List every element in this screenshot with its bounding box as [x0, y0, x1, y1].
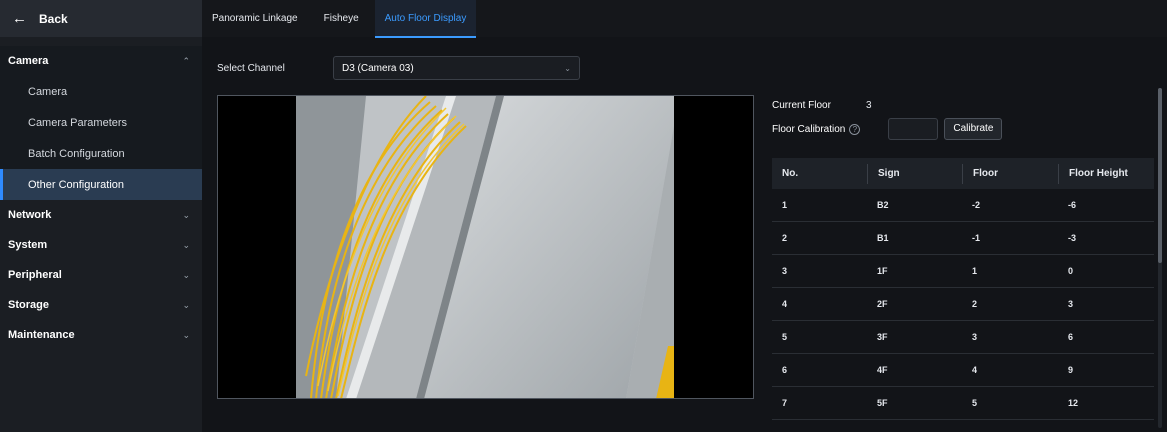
camera-frame — [296, 96, 674, 398]
help-icon[interactable]: ? — [849, 123, 861, 135]
menu-system[interactable]: System ⌄ — [0, 230, 202, 260]
menu-label: Peripheral — [8, 269, 62, 281]
sidebar-item-label: Camera — [28, 85, 68, 98]
main-panel: Panoramic Linkage Fisheye Auto Floor Dis… — [202, 0, 1167, 432]
chevron-down-icon: ⌄ — [182, 269, 190, 280]
cell-no: 1 — [782, 200, 788, 210]
back-arrow-icon: ← — [12, 10, 27, 27]
table-row[interactable]: 1 B2 -2 -6 — [772, 189, 1154, 222]
table-row[interactable]: 7 5F 5 12 — [772, 387, 1154, 420]
cell-floor-height: 3 — [1068, 299, 1074, 309]
chevron-down-icon: ⌄ — [182, 329, 190, 340]
channel-row: Select Channel D3 (Camera 03) ⌄ — [217, 56, 580, 80]
cell-sign: 4F — [877, 365, 888, 375]
current-floor-value: 3 — [866, 99, 872, 111]
header-no: No. — [782, 167, 799, 179]
current-floor-row: Current Floor 3 — [772, 95, 1152, 115]
menu-camera[interactable]: Camera ⌃ — [0, 46, 202, 76]
sidebar-item-camera-parameters[interactable]: Camera Parameters — [0, 107, 202, 138]
tab-bar: Panoramic Linkage Fisheye Auto Floor Dis… — [202, 0, 1167, 38]
sidebar-item-label: Other Configuration — [28, 178, 124, 191]
cell-floor-height: 9 — [1068, 365, 1074, 375]
menu-storage[interactable]: Storage ⌄ — [0, 290, 202, 320]
camera-group: Camera ⌃ Camera Camera Parameters Batch … — [0, 46, 202, 200]
sidebar-item-camera[interactable]: Camera — [0, 76, 202, 107]
video-preview[interactable] — [217, 95, 754, 399]
table-row[interactable]: 6 4F 4 9 — [772, 354, 1154, 387]
cell-floor: 1 — [972, 266, 978, 276]
chevron-down-icon: ⌄ — [564, 63, 571, 73]
sidebar: ← Back Camera ⌃ Camera Camera Parameters… — [0, 0, 202, 432]
header-floor: Floor — [962, 163, 1058, 184]
cell-no: 5 — [782, 332, 788, 342]
cell-no: 2 — [782, 233, 788, 243]
channel-label: Select Channel — [217, 62, 285, 74]
table-row[interactable]: 3 1F 1 0 — [772, 255, 1154, 288]
chevron-down-icon: ⌄ — [182, 299, 190, 310]
scrollbar-thumb[interactable] — [1158, 88, 1162, 263]
chevron-up-icon: ⌃ — [182, 55, 190, 66]
tab-fisheye[interactable]: Fisheye — [324, 13, 359, 24]
table-row[interactable]: 5 3F 3 6 — [772, 321, 1154, 354]
elevator-shaft-image — [296, 96, 674, 398]
table-header: No. Sign Floor Floor Height — [772, 158, 1154, 189]
cell-floor-height: 12 — [1068, 398, 1079, 408]
table-row[interactable]: 2 B1 -1 -3 — [772, 222, 1154, 255]
floor-calibration-row: Floor Calibration? Calibrate — [772, 118, 1152, 140]
cell-floor-height: 6 — [1068, 332, 1074, 342]
cell-floor-height: 0 — [1068, 266, 1074, 276]
header-sign: Sign — [867, 163, 962, 184]
chevron-down-icon: ⌄ — [182, 239, 190, 250]
sidebar-item-label: Camera Parameters — [28, 116, 128, 129]
menu-camera-label: Camera — [8, 55, 49, 67]
table-row[interactable]: 4 2F 2 3 — [772, 288, 1154, 321]
menu-peripheral[interactable]: Peripheral ⌄ — [0, 260, 202, 290]
cell-floor-height: -6 — [1068, 200, 1077, 210]
back-label: Back — [39, 11, 68, 26]
menu-label: Maintenance — [8, 329, 75, 341]
current-floor-label: Current Floor — [772, 99, 831, 111]
cell-floor: 5 — [972, 398, 978, 408]
cell-floor: -2 — [972, 200, 981, 210]
cell-sign: B2 — [877, 200, 889, 210]
sidebar-item-label: Batch Configuration — [28, 147, 125, 160]
menu-network[interactable]: Network ⌄ — [0, 200, 202, 230]
floor-calibration-input[interactable] — [888, 118, 939, 140]
back-button[interactable]: ← Back — [0, 0, 202, 37]
cell-sign: 5F — [877, 398, 888, 408]
menu-label: Network — [8, 209, 52, 221]
floor-info: Current Floor 3 Floor Calibration? Calib… — [772, 95, 1152, 143]
cell-sign: 2F — [877, 299, 888, 309]
cell-no: 3 — [782, 266, 788, 276]
cell-no: 6 — [782, 365, 788, 375]
header-floor-height: Floor Height — [1058, 163, 1154, 184]
vertical-scrollbar[interactable] — [1158, 88, 1162, 428]
cell-no: 4 — [782, 299, 788, 309]
menu-maintenance[interactable]: Maintenance ⌄ — [0, 320, 202, 350]
cell-sign: B1 — [877, 233, 889, 243]
floor-calibration-text: Floor Calibration — [772, 123, 846, 135]
sidebar-item-other-configuration[interactable]: Other Configuration — [0, 169, 202, 200]
cell-floor-height: -3 — [1068, 233, 1077, 243]
floor-table: No. Sign Floor Floor Height 1 B2 -2 -6 2… — [772, 158, 1154, 420]
tab-panoramic-linkage[interactable]: Panoramic Linkage — [212, 13, 298, 24]
chevron-down-icon: ⌄ — [182, 209, 190, 220]
menu-label: Storage — [8, 299, 49, 311]
tab-auto-floor-display[interactable]: Auto Floor Display — [374, 0, 477, 38]
cell-floor: -1 — [972, 233, 981, 243]
cell-no: 7 — [782, 398, 788, 408]
cell-sign: 3F — [877, 332, 888, 342]
cell-floor: 2 — [972, 299, 978, 309]
floor-calibration-label: Floor Calibration? — [772, 123, 861, 135]
sidebar-item-batch-configuration[interactable]: Batch Configuration — [0, 138, 202, 169]
channel-select-value: D3 (Camera 03) — [342, 62, 414, 74]
cell-sign: 1F — [877, 266, 888, 276]
channel-select[interactable]: D3 (Camera 03) ⌄ — [333, 56, 580, 80]
calibrate-button[interactable]: Calibrate — [944, 118, 1003, 140]
cell-floor: 3 — [972, 332, 978, 342]
cell-floor: 4 — [972, 365, 978, 375]
menu-label: System — [8, 239, 48, 251]
